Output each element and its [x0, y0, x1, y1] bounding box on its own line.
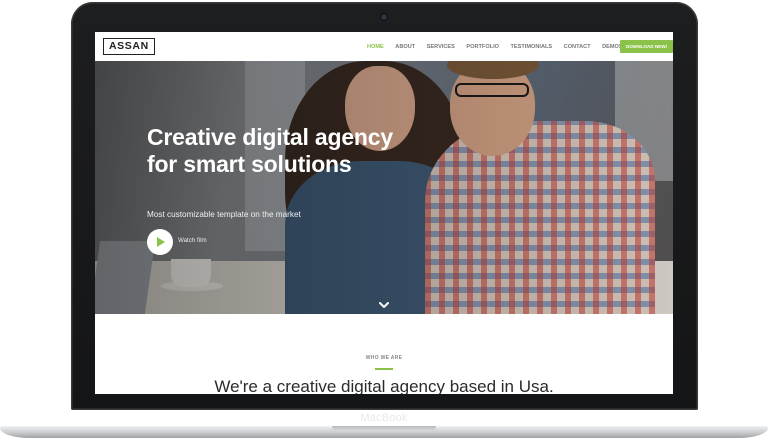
site-logo[interactable]: ASSAN — [103, 38, 155, 55]
chevron-down-icon — [379, 302, 389, 308]
navbar: ASSAN HOME ABOUT SERVICES PORTFOLIO TEST… — [95, 32, 673, 61]
nav-item-contact[interactable]: CONTACT — [564, 44, 591, 50]
nav-item-testimonials[interactable]: TESTIMONIALS — [511, 44, 553, 50]
nav-item-portfolio[interactable]: PORTFOLIO — [466, 44, 499, 50]
hero-title: Creative digital agency for smart soluti… — [147, 124, 447, 178]
nav-item-about[interactable]: ABOUT — [395, 44, 415, 50]
section-heading: We're a creative digital agency based in… — [214, 377, 554, 394]
watch-film-link[interactable]: Watch film — [178, 237, 207, 244]
hero-section: Creative digital agency for smart soluti… — [95, 61, 673, 314]
play-icon — [157, 237, 165, 247]
section-underline — [375, 368, 393, 370]
scroll-down-button[interactable] — [378, 297, 390, 308]
laptop-screen: ASSAN HOME ABOUT SERVICES PORTFOLIO TEST… — [95, 32, 673, 394]
device-label: MacBook — [360, 412, 408, 424]
camera-icon — [381, 14, 387, 20]
download-button[interactable]: DOWNLOAD NEW! — [620, 40, 673, 53]
nav-item-services[interactable]: SERVICES — [427, 44, 455, 50]
section-eyebrow: WHO WE ARE — [365, 355, 403, 361]
play-button[interactable] — [147, 229, 173, 255]
hero-title-line-2: for smart solutions — [147, 151, 352, 177]
nav-menu: HOME ABOUT SERVICES PORTFOLIO TESTIMONIA… — [367, 32, 639, 61]
hero-title-line-1: Creative digital agency — [147, 124, 393, 150]
laptop-base-notch — [332, 426, 436, 431]
hero-subtitle: Most customizable template on the market — [147, 210, 301, 219]
nav-item-home[interactable]: HOME — [367, 44, 384, 50]
